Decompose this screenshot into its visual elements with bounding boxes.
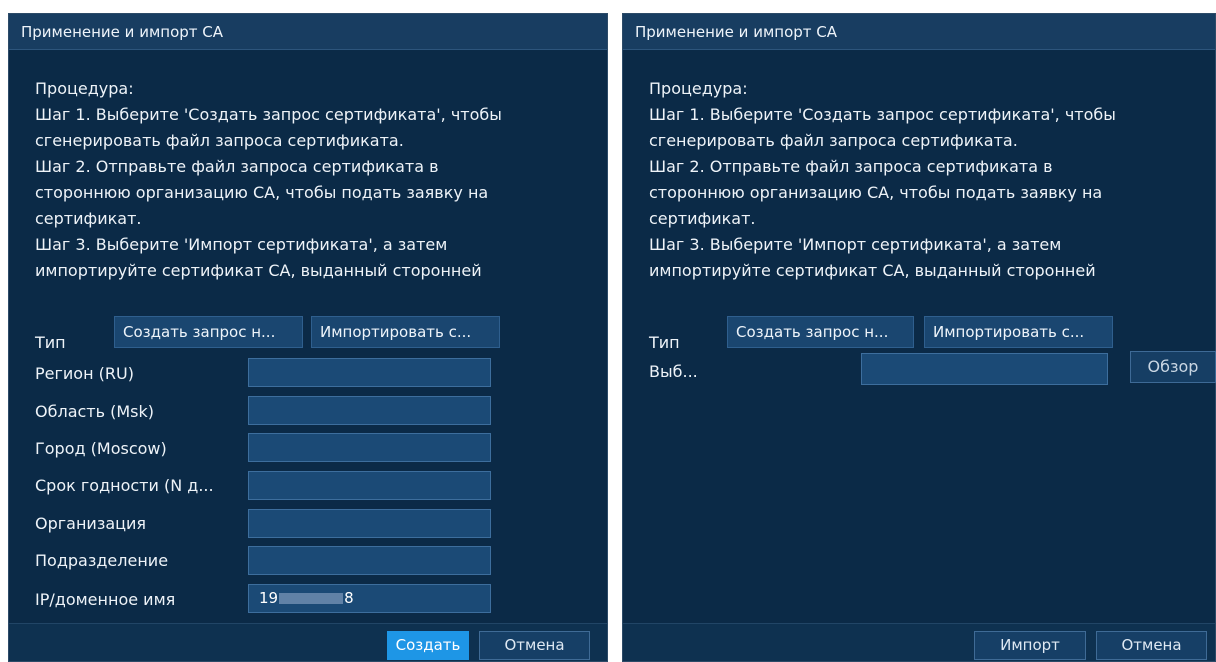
city-label: Город (Moscow) — [35, 439, 167, 458]
ip-value-end: 8 — [344, 589, 354, 607]
ip-domain-label: IP/доменное имя — [35, 590, 176, 609]
cancel-button[interactable]: Отмена — [479, 631, 590, 660]
redacted-blur — [279, 593, 344, 604]
procedure-line: Шаг 2. Отправьте файл запроса сертификат… — [35, 157, 439, 176]
import-button[interactable]: Импорт — [974, 631, 1086, 660]
procedure-line: Шаг 3. Выберите 'Импорт сертификата', а … — [649, 235, 1062, 254]
ip-value-start: 19 — [259, 589, 279, 607]
procedure-line: Шаг 3. Выберите 'Импорт сертификата', а … — [35, 235, 448, 254]
area-label: Область (Msk) — [35, 402, 155, 421]
file-path-input[interactable] — [861, 353, 1108, 385]
validity-label: Срок годности (N д... — [35, 476, 214, 495]
organization-input[interactable] — [248, 509, 491, 538]
create-request-type-button[interactable]: Создать запрос н... — [114, 316, 303, 348]
import-certificate-type-button[interactable]: Импортировать с... — [311, 316, 500, 348]
dialog-title: Применение и импорт CA — [623, 14, 1215, 50]
procedure-line: сгенерировать файл запроса сертификата. — [35, 131, 404, 150]
procedure-line: стороннюю организацию CA, чтобы подать з… — [649, 183, 1103, 202]
ip-domain-input[interactable]: 19 8 — [248, 584, 491, 613]
procedure-text: Процедура: Шаг 1. Выберите 'Создать запр… — [35, 76, 555, 310]
organization-label: Организация — [35, 514, 147, 533]
region-input[interactable] — [248, 358, 491, 387]
procedure-line: Процедура: — [35, 79, 134, 98]
area-input[interactable] — [248, 396, 491, 425]
procedure-line: Шаг 2. Отправьте файл запроса сертификат… — [649, 157, 1053, 176]
procedure-line: сгенерировать файл запроса сертификата. — [649, 131, 1018, 150]
dialog-footer: Создать Отмена — [9, 623, 607, 661]
city-input[interactable] — [248, 433, 491, 462]
validity-input[interactable] — [248, 471, 491, 500]
region-label: Регион (RU) — [35, 364, 134, 383]
procedure-text: Процедура: Шаг 1. Выберите 'Создать запр… — [649, 76, 1169, 310]
type-label: Тип — [649, 333, 680, 352]
procedure-line: Шаг 1. Выберите 'Создать запрос сертифик… — [649, 105, 1116, 124]
create-button[interactable]: Создать — [387, 631, 469, 660]
procedure-line: Шаг 1. Выберите 'Создать запрос сертифик… — [35, 105, 502, 124]
department-input[interactable] — [248, 546, 491, 575]
import-ca-dialog: Применение и импорт CA Процедура: Шаг 1.… — [622, 13, 1216, 662]
procedure-line: импортируйте сертификат CA, выданный сто… — [35, 261, 482, 280]
cancel-button[interactable]: Отмена — [1096, 631, 1207, 660]
procedure-line: импортируйте сертификат CA, выданный сто… — [649, 261, 1096, 280]
department-label: Подразделение — [35, 551, 169, 570]
procedure-line: сертификат. — [35, 209, 142, 228]
procedure-line: сертификат. — [649, 209, 756, 228]
browse-button[interactable]: Обзор — [1130, 351, 1216, 383]
procedure-line: стороннюю организацию CA, чтобы подать з… — [35, 183, 489, 202]
select-file-label: Выб... — [649, 362, 698, 381]
create-request-type-button[interactable]: Создать запрос н... — [727, 316, 914, 348]
dialog-footer: Импорт Отмена — [623, 623, 1215, 661]
type-label: Тип — [35, 333, 66, 352]
create-ca-request-dialog: Применение и импорт CA Процедура: Шаг 1.… — [8, 13, 608, 662]
procedure-line: Процедура: — [649, 79, 748, 98]
import-certificate-type-button[interactable]: Импортировать с... — [924, 316, 1113, 348]
dialog-title: Применение и импорт CA — [9, 14, 607, 50]
